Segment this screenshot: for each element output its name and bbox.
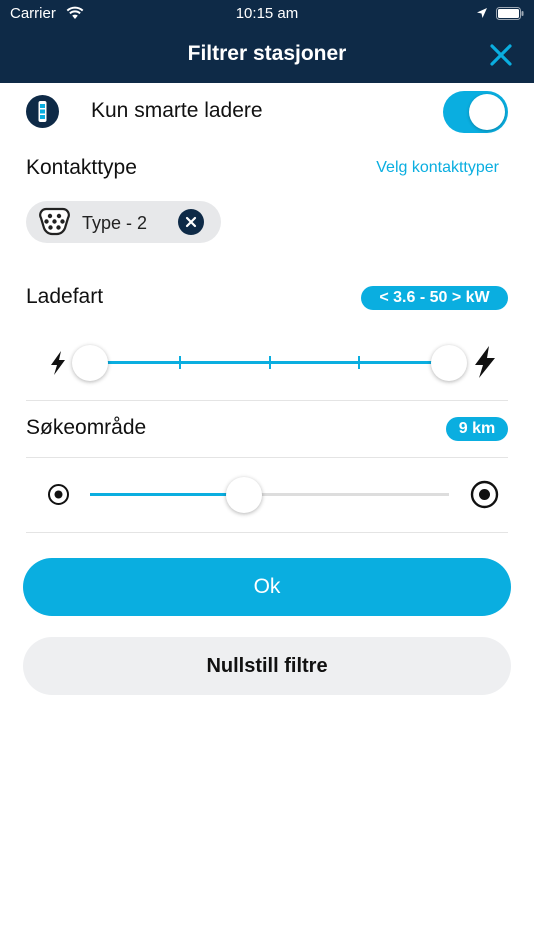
small-bolt-icon [51, 351, 65, 375]
connector-chip[interactable]: Type - 2 [26, 201, 221, 243]
large-radius-icon [470, 480, 499, 509]
small-radius-icon [48, 484, 69, 505]
smart-chargers-label: Kun smarte ladere [91, 99, 263, 122]
slider-tick [358, 356, 361, 369]
remove-chip-icon[interactable] [178, 209, 204, 235]
divider [26, 457, 508, 458]
large-bolt-icon [475, 346, 495, 378]
slider-tick [178, 356, 181, 369]
smart-charger-icon [26, 95, 59, 128]
clock: 10:15 am [235, 5, 299, 22]
reset-filters-button[interactable]: Nullstill filtre [23, 637, 511, 695]
ok-button[interactable]: Ok [23, 558, 511, 616]
status-bar: Carrier 10:15 am [0, 0, 534, 28]
divider [26, 532, 508, 533]
select-connector-types-link[interactable]: Velg kontakttyper [376, 159, 499, 177]
smart-chargers-toggle[interactable] [443, 91, 508, 133]
charge-speed-max-handle[interactable] [431, 345, 467, 381]
charge-speed-title: Ladefart [26, 285, 104, 308]
navigation-header: Carrier 10:15 am Filtrer stasjoner [0, 0, 534, 83]
search-radius-handle[interactable] [226, 477, 263, 513]
connector-type-title: Kontakttype [26, 156, 137, 179]
battery-icon [496, 7, 524, 20]
close-icon[interactable] [488, 42, 514, 68]
page-title: Filtrer stasjoner [187, 42, 347, 65]
type2-plug-icon [39, 207, 70, 236]
search-radius-badge: 9 km [446, 417, 508, 441]
charge-speed-min-handle[interactable] [72, 345, 108, 381]
search-radius-title: Søkeområde [26, 416, 147, 439]
location-arrow-icon [477, 8, 487, 18]
charge-speed-badge: < 3.6 - 50 > kW [361, 286, 508, 310]
search-radius-slider-fill [90, 493, 245, 496]
divider [26, 400, 508, 401]
connector-chip-label: Type - 2 [82, 213, 148, 233]
slider-tick [268, 356, 271, 369]
toggle-knob [469, 94, 505, 130]
